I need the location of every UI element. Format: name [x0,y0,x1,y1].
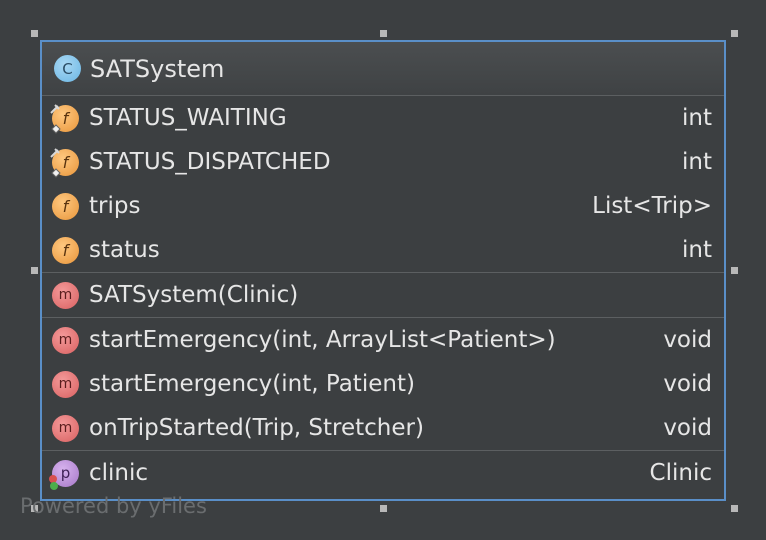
field-icon: f [52,192,79,220]
field-name: status [89,237,160,263]
resize-handle-top-center[interactable] [380,30,387,37]
field-name: STATUS_WAITING [89,105,287,131]
static-final-field-icon: f [50,103,79,134]
uml-class-node[interactable]: C SATSystem f STATUS_WAITING int f STATU… [40,40,726,501]
static-pin-icon [50,103,60,114]
resize-handle-top-right[interactable] [731,30,738,37]
method-return-type: void [663,327,712,353]
final-diamond-icon [51,167,61,178]
field-icon: f [52,236,79,264]
resize-handle-middle-right[interactable] [731,267,738,274]
class-icon: C [54,55,81,82]
method-icon: m [52,326,79,354]
property-type: Clinic [649,460,712,486]
field-type: int [682,149,712,175]
constructor-name: SATSystem(Clinic) [89,282,299,308]
property-name: clinic [89,460,149,486]
field-row[interactable]: f STATUS_WAITING int [42,96,724,140]
method-icon: m [52,281,79,309]
class-header: C SATSystem [42,42,724,96]
final-diamond-icon [51,123,61,134]
constructor-row[interactable]: m SATSystem(Clinic) [42,273,724,317]
property-row[interactable]: p clinic Clinic [42,451,724,495]
properties-section: p clinic Clinic [42,451,724,495]
field-name: STATUS_DISPATCHED [89,149,331,175]
constructors-section: m SATSystem(Clinic) [42,273,724,318]
method-icon: m [52,414,79,442]
method-return-type: void [663,371,712,397]
property-icon: p [49,459,79,490]
field-type: int [682,105,712,131]
method-row[interactable]: m onTripStarted(Trip, Stretcher) void [42,406,724,450]
field-type: int [682,237,712,263]
field-name: trips [89,193,141,219]
field-row[interactable]: f STATUS_DISPATCHED int [42,140,724,184]
method-return-type: void [663,415,712,441]
method-row[interactable]: m startEmergency(int, ArrayList<Patient>… [42,318,724,362]
method-name: startEmergency(int, ArrayList<Patient>) [89,327,556,353]
method-icon: m [52,370,79,398]
watermark: Powered by yFiles [20,494,207,518]
method-name: onTripStarted(Trip, Stretcher) [89,415,424,441]
class-name: SATSystem [90,54,225,83]
static-final-field-icon: f [50,147,79,178]
field-type: List<Trip> [592,193,712,219]
resize-handle-middle-left[interactable] [31,267,38,274]
method-row[interactable]: m startEmergency(int, Patient) void [42,362,724,406]
static-pin-icon [50,147,60,158]
fields-section: f STATUS_WAITING int f STATUS_DISPATCHED… [42,96,724,273]
method-name: startEmergency(int, Patient) [89,371,415,397]
setter-dot-icon [50,481,58,490]
field-row[interactable]: f status int [42,228,724,272]
resize-handle-bottom-right[interactable] [731,505,738,512]
resize-handle-bottom-center[interactable] [380,505,387,512]
field-row[interactable]: f trips List<Trip> [42,184,724,228]
resize-handle-top-left[interactable] [31,30,38,37]
methods-section: m startEmergency(int, ArrayList<Patient>… [42,318,724,451]
diagram-canvas: C SATSystem f STATUS_WAITING int f STATU… [0,0,766,540]
